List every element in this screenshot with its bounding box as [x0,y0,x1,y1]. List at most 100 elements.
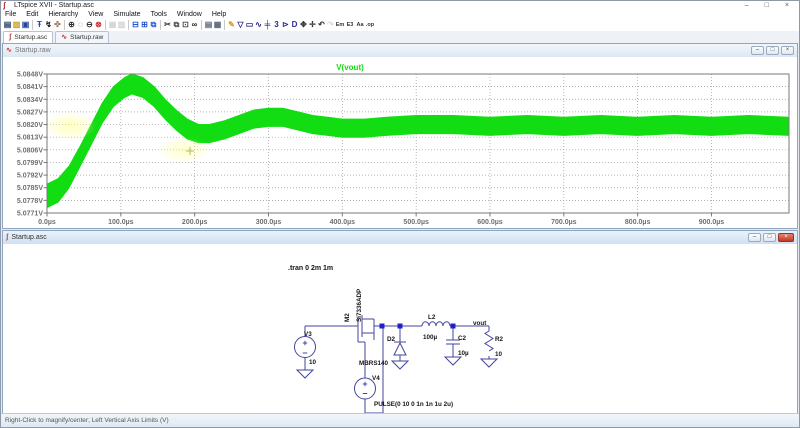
tile-vertical-icon[interactable]: ⊞ [140,19,149,31]
paste-icon[interactable]: ⊡ [181,19,190,31]
zoom-in-icon[interactable]: ⊕ [67,19,76,31]
tab-startup-asc[interactable]: ʃ Startup.asc [3,31,53,43]
x-tick-label: 900.0µs [699,219,725,226]
status-bar: Right-Click to magnify/center; Left Vert… [1,413,799,427]
component-value-M2[interactable]: Si7336ADP [356,289,363,322]
open-file-icon[interactable]: ▨ [12,19,21,31]
component-value-V3[interactable]: 10 [309,359,317,366]
cut-icon[interactable]: ✂ [163,19,172,31]
window-title: LTspice XVII - Startup.asc [14,2,94,9]
close-icon[interactable]: × [785,2,789,9]
minimize-icon[interactable]: – [751,46,764,55]
place-inductor-icon[interactable]: 3 [272,19,281,31]
print-preview-icon[interactable]: ▤ [204,19,213,31]
menu-edit[interactable]: Edit [26,11,38,18]
component-value-D2[interactable]: MBRS140 [359,360,389,367]
schematic-file-icon: ʃ [9,34,11,42]
toolbar-separator [128,20,129,30]
x-tick-label: 100.0µs [108,219,134,226]
component-label-V3[interactable]: V3 [304,331,312,338]
tab-label: Startup.asc [14,34,47,41]
menu-window[interactable]: Window [177,11,202,18]
toolbar: ▤▨▣Ŧ↯✜⊕◌⊖⊗▦▧⊟⊞⧉✂⧉⊡∞▤▦✎▽▭∿╪3⊳D✥✛↶↷EmE3Aa.… [1,18,799,32]
menu-view[interactable]: View [88,11,103,18]
place-net-label-icon[interactable]: ▭ [245,19,254,31]
place-component-icon[interactable]: D [290,19,299,31]
y-tick-label: 5.0813V [17,135,43,142]
mirror-icon[interactable]: Em [335,19,345,31]
place-text-icon[interactable]: Aa [355,19,365,31]
component-label-C2[interactable]: C2 [458,335,467,342]
place-diode-icon[interactable]: ⊳ [281,19,290,31]
component-label-L2[interactable]: L2 [428,314,436,321]
zoom-back-icon[interactable]: ◌ [76,19,85,31]
schematic-window-titlebar[interactable]: ʃ Startup.asc – □ × [3,231,797,245]
net-label-vout[interactable]: vout [473,320,487,327]
component-value-C2[interactable]: 10µ [458,350,469,357]
component-value-L2[interactable]: 100µ [423,334,438,341]
place-resistor-icon[interactable]: ∿ [254,19,263,31]
control-panel-icon[interactable]: Ŧ [35,19,44,31]
maximize-icon[interactable]: □ [765,2,769,9]
spice-directive-text[interactable]: .tran 0 2m 1m [288,265,333,272]
x-tick-label: 700.0µs [551,219,577,226]
waveform-window-titlebar[interactable]: ∿ Startup.raw – □ × [3,44,797,58]
trace-title[interactable]: V(vout) [336,63,364,72]
toolbar-separator [224,20,225,30]
place-ground-icon[interactable]: ▽ [236,19,245,31]
waveform-file-icon: ∿ [6,47,12,55]
toolbar-separator [105,20,106,30]
toolbar-separator [201,20,202,30]
zoom-out-icon[interactable]: ⊖ [85,19,94,31]
schematic-window: ʃ Startup.asc – □ × .tran 0 2m 1m M2 Si733… [2,230,798,416]
toolbar-separator [32,20,33,30]
y-tick-label: 5.0848V [17,72,43,79]
zoom-full-extents-icon[interactable]: ⊗ [94,19,103,31]
close-icon[interactable]: × [781,46,794,55]
menu-tools[interactable]: Tools [151,11,167,18]
component-label-V4[interactable]: V4 [372,375,380,382]
redo-icon: ↷ [326,19,335,31]
autorange-y-icon: ▦ [108,19,117,31]
menu-simulate[interactable]: Simulate [113,11,140,18]
print-icon[interactable]: ▦ [213,19,222,31]
maximize-icon[interactable]: □ [763,233,776,242]
undo-icon[interactable]: ↶ [317,19,326,31]
menu-file[interactable]: File [5,11,16,18]
plot-settings-icon: ▧ [117,19,126,31]
component-label-R2[interactable]: R2 [495,336,504,343]
y-tick-label: 5.0778V [17,198,43,205]
spice-directive-icon[interactable]: .op [365,19,375,31]
move-icon[interactable]: ✥ [299,19,308,31]
rotate-icon[interactable]: E3 [345,19,355,31]
waveform-plot[interactable]: 5.0848V5.0841V5.0834V5.0827V5.0820V5.081… [3,57,797,228]
copy-icon[interactable]: ⧉ [172,19,181,31]
y-tick-label: 5.0799V [17,160,43,167]
run-icon[interactable]: ↯ [44,19,53,31]
place-capacitor-icon[interactable]: ╪ [263,19,272,31]
save-icon[interactable]: ▣ [21,19,30,31]
draw-wire-icon[interactable]: ✎ [227,19,236,31]
tile-horizontal-icon[interactable]: ⊟ [131,19,140,31]
component-value-R2[interactable]: 10 [495,351,503,358]
y-tick-label: 5.0820V [17,122,43,129]
component-label-D2[interactable]: D2 [387,336,396,343]
component-value-V4[interactable]: PULSE(0 10 0 1n 1n 1u 2u) [374,401,453,408]
cascade-windows-icon[interactable]: ⧉ [149,19,158,31]
drag-icon[interactable]: ✛ [308,19,317,31]
new-schematic-icon[interactable]: ▤ [3,19,12,31]
component-label-M2[interactable]: M2 [344,313,351,322]
menu-hierarchy[interactable]: Hierarchy [48,11,78,18]
menu-help[interactable]: Help [212,11,226,18]
minimize-icon[interactable]: – [748,233,761,242]
schematic-canvas[interactable]: .tran 0 2m 1m M2 Si7336ADP V3 10 D2 MBRS140 L2 1… [3,244,797,415]
tab-startup-raw[interactable]: ∿ Startup.raw [55,31,109,43]
x-tick-label: 400.0µs [330,219,356,226]
close-icon[interactable]: × [778,233,794,242]
maximize-icon[interactable]: □ [766,46,779,55]
x-tick-label: 200.0µs [182,219,208,226]
find-icon[interactable]: ∞ [190,19,199,31]
minimize-icon[interactable]: – [745,2,749,9]
x-tick-label: 600.0µs [477,219,503,226]
halt-icon[interactable]: ✜ [53,19,62,31]
